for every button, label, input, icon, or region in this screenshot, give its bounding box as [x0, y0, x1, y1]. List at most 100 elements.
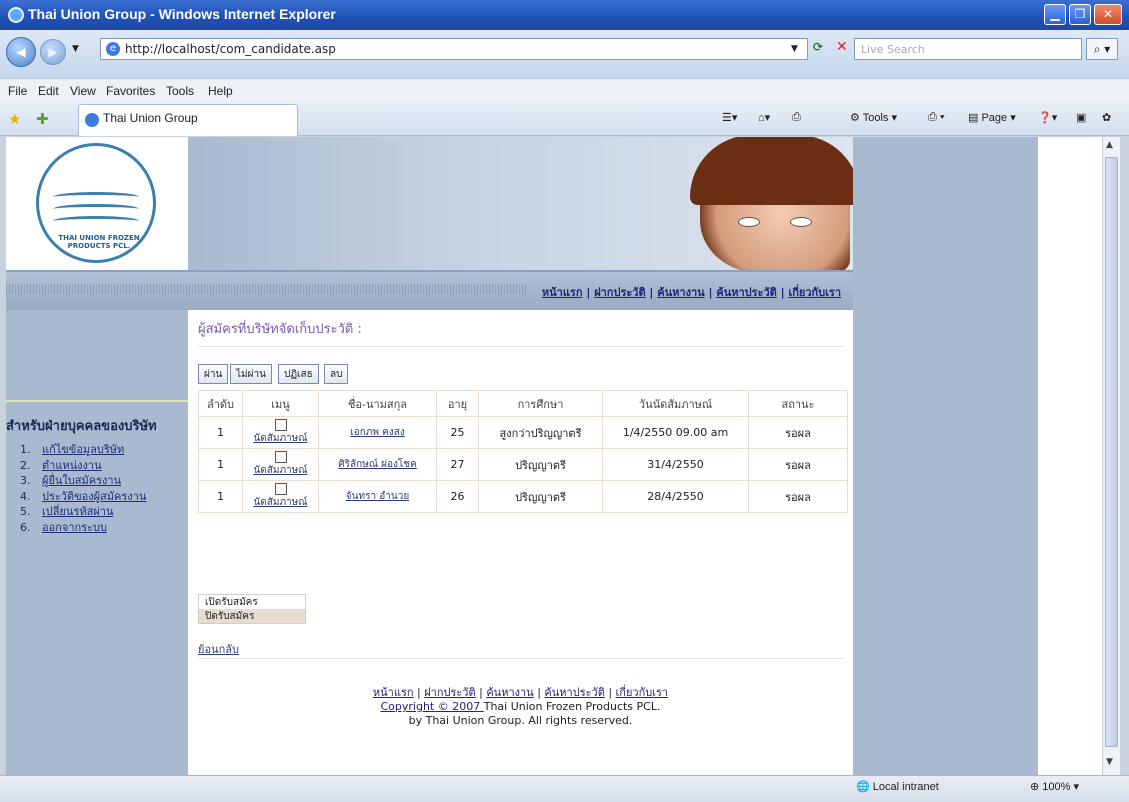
scroll-down-icon[interactable]: ▼: [1106, 757, 1113, 767]
footer-about[interactable]: เกี่ยวกับเรา: [616, 686, 669, 699]
close-button[interactable]: ✕: [1094, 4, 1122, 25]
sidebar-link[interactable]: เปลี่ยนรหัสผ่าน: [42, 505, 113, 518]
fail-button[interactable]: ไม่ผ่าน: [230, 364, 272, 384]
tab-label: Thai Union Group: [103, 111, 198, 125]
pass-button[interactable]: ผ่าน: [198, 364, 229, 384]
sidebar-item-logout: 6. ออกจากระบบ: [20, 520, 107, 534]
cell-status: รอผล: [748, 448, 848, 481]
cell-name: จันทรา อำนวย: [318, 480, 437, 513]
close-recruit-option[interactable]: ปิดรับสมัคร: [199, 609, 305, 623]
menu-help[interactable]: Help: [208, 84, 233, 98]
interview-link[interactable]: นัดสัมภาษณ์: [253, 433, 307, 444]
address-bar-area: ◀ ▶ ▼ e http://localhost/com_candidate.a…: [0, 30, 1129, 78]
url-dropdown-icon[interactable]: ▼: [791, 44, 798, 54]
row-checkbox[interactable]: [274, 451, 287, 463]
table-row: 1 นัดสัมภาษณ์ เอกภพ คงสง 25 สูงกว่าปริญญ…: [198, 416, 848, 449]
nav-deposit-profile[interactable]: ฝากประวัติ: [594, 286, 645, 299]
divider: [198, 346, 843, 347]
scroll-thumb[interactable]: [1105, 157, 1118, 747]
printer-button[interactable]: ⎙ ▾: [928, 111, 944, 124]
sidebar-link[interactable]: ตำแหน่งงาน: [42, 459, 102, 472]
sidebar-link[interactable]: ผู้ยื่นใบสมัครงาน: [42, 474, 121, 487]
row-checkbox[interactable]: [274, 483, 287, 495]
nav-search-profiles[interactable]: ค้นหาประวัติ: [716, 286, 776, 299]
sidebar-link[interactable]: ออกจากระบบ: [42, 521, 107, 534]
candidate-name-link[interactable]: จันทรา อำนวย: [346, 491, 409, 502]
sidebar-link[interactable]: แก้ไขข้อมูลบริษัท: [42, 443, 124, 456]
cell-date: 1/4/2550 09.00 am: [602, 416, 749, 449]
interview-link[interactable]: นัดสัมภาษณ์: [253, 465, 307, 476]
history-dropdown-icon[interactable]: ▼: [72, 44, 79, 54]
forward-button[interactable]: ▶: [40, 39, 66, 65]
sidebar-item-edit-company: 1. แก้ไขข้อมูลบริษัท: [20, 443, 125, 456]
copyright-link[interactable]: Copyright © 2007: [381, 700, 484, 713]
tools-menu-button[interactable]: ⚙ Tools ▾: [850, 111, 897, 124]
woman-photo: [690, 137, 860, 273]
cell-name: ศิริลักษณ์ ผ่องโชค: [318, 448, 437, 481]
menu-edit[interactable]: Edit: [38, 84, 59, 98]
table-header-row: ลำดับ เมนู ชื่อ-นามสกุล อายุ การศึกษา วั…: [198, 390, 848, 417]
table-row: 1 นัดสัมภาษณ์ ศิริลักษณ์ ผ่องโชค 27 ปริญ…: [198, 448, 848, 481]
menu-view[interactable]: View: [70, 84, 96, 98]
home-icon[interactable]: ⌂▾: [758, 111, 770, 124]
add-favorites-icon[interactable]: ✚: [36, 110, 49, 128]
menu-file[interactable]: File: [8, 84, 27, 98]
nav-about[interactable]: เกี่ยวกับเรา: [788, 286, 841, 299]
stop-icon[interactable]: ✕: [836, 39, 848, 55]
logo-text: THAI UNION FROZEN PRODUCTS PCL.: [58, 234, 140, 250]
reject-button[interactable]: ปฏิเสธ: [278, 364, 319, 384]
minimize-button[interactable]: ▁: [1044, 4, 1066, 25]
favorites-star-icon[interactable]: ★: [8, 110, 21, 128]
cell-status: รอผล: [748, 480, 848, 513]
messenger-icon[interactable]: ✿: [1102, 111, 1111, 124]
footer-copyright: Copyright © 2007 Thai Union Frozen Produ…: [188, 700, 853, 714]
feeds-icon[interactable]: ☰▾: [722, 111, 737, 124]
interview-link[interactable]: นัดสัมภาษณ์: [253, 497, 307, 508]
search-input[interactable]: Live Search: [854, 38, 1082, 60]
vertical-scrollbar[interactable]: ▲ ▼: [1102, 137, 1120, 775]
refresh-icon[interactable]: ⟳: [813, 40, 823, 54]
cell-age: 25: [436, 416, 479, 449]
row-checkbox[interactable]: [274, 419, 287, 431]
cell-menu: นัดสัมภาษณ์: [242, 448, 319, 481]
footer-deposit-profile[interactable]: ฝากประวัติ: [424, 686, 475, 699]
research-icon[interactable]: ▣: [1076, 111, 1086, 124]
candidate-name-link[interactable]: เอกภพ คงสง: [350, 427, 404, 438]
sidebar-link[interactable]: ประวัติของผู้สมัครงาน: [42, 490, 146, 503]
menu-favorites[interactable]: Favorites: [106, 84, 155, 98]
menu-tools[interactable]: Tools: [166, 84, 194, 98]
page-title: ผู้สมัครที่บริษัทจัดเก็บประวัติ :: [198, 322, 362, 337]
url-input[interactable]: e http://localhost/com_candidate.asp: [100, 38, 808, 60]
page-label: Page: [981, 112, 1008, 124]
nav-home[interactable]: หน้าแรก: [542, 286, 583, 299]
col-age: อายุ: [436, 390, 479, 417]
maximize-button[interactable]: ❐: [1069, 4, 1091, 25]
cell-education: ปริญญาตรี: [478, 480, 603, 513]
scroll-up-icon[interactable]: ▲: [1106, 140, 1113, 150]
cell-age: 26: [436, 480, 479, 513]
help-icon[interactable]: ❓▾: [1038, 111, 1057, 124]
back-button[interactable]: ◀: [6, 37, 36, 67]
candidate-name-link[interactable]: ศิริลักษณ์ ผ่องโชค: [338, 459, 417, 470]
footer-search-jobs[interactable]: ค้นหางาน: [486, 686, 533, 699]
page-menu-button[interactable]: ▤ Page ▾: [968, 111, 1016, 124]
delete-button[interactable]: ลบ: [324, 364, 349, 384]
nav-search-jobs[interactable]: ค้นหางาน: [657, 286, 704, 299]
tab-thai-union-group[interactable]: Thai Union Group: [78, 104, 298, 136]
footer-search-profiles[interactable]: ค้นหาประวัติ: [544, 686, 604, 699]
copyright-text: Thai Union Frozen Products PCL.: [483, 700, 661, 713]
cell-menu: นัดสัมภาษณ์: [242, 480, 319, 513]
globe-icon: 🌐: [856, 781, 873, 793]
cell-education: สูงกว่าปริญญาตรี: [478, 416, 603, 449]
menu-bar: File Edit View Favorites Tools Help: [0, 78, 1129, 102]
zoom-control[interactable]: ⊕ 100% ▾: [1030, 780, 1079, 793]
print-icon[interactable]: ⎙: [792, 111, 801, 124]
cell-name: เอกภพ คงสง: [318, 416, 437, 449]
main-content: ผู้สมัครที่บริษัทจัดเก็บประวัติ : ผ่าน ไ…: [188, 310, 853, 775]
open-recruit-option[interactable]: เปิดรับสมัคร: [199, 595, 305, 609]
zone-label: Local intranet: [872, 781, 939, 793]
back-link[interactable]: ย้อนกลับ: [198, 640, 239, 658]
search-icon[interactable]: ⌕ ▾: [1086, 38, 1118, 60]
sidebar-item-profiles: 4. ประวัติของผู้สมัครงาน: [20, 489, 147, 503]
footer-home[interactable]: หน้าแรก: [373, 686, 414, 699]
